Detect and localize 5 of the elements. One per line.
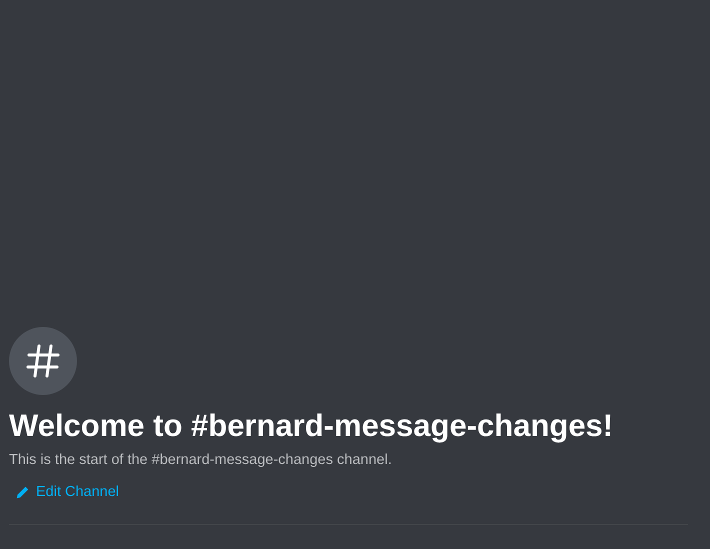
edit-channel-link[interactable]: Edit Channel (16, 483, 120, 501)
welcome-title: Welcome to #bernard-message-changes! (9, 407, 614, 445)
channel-description: This is the start of the #bernard-message-changes channel. (9, 451, 393, 469)
hash-icon (25, 343, 61, 379)
pencil-icon (16, 486, 29, 498)
